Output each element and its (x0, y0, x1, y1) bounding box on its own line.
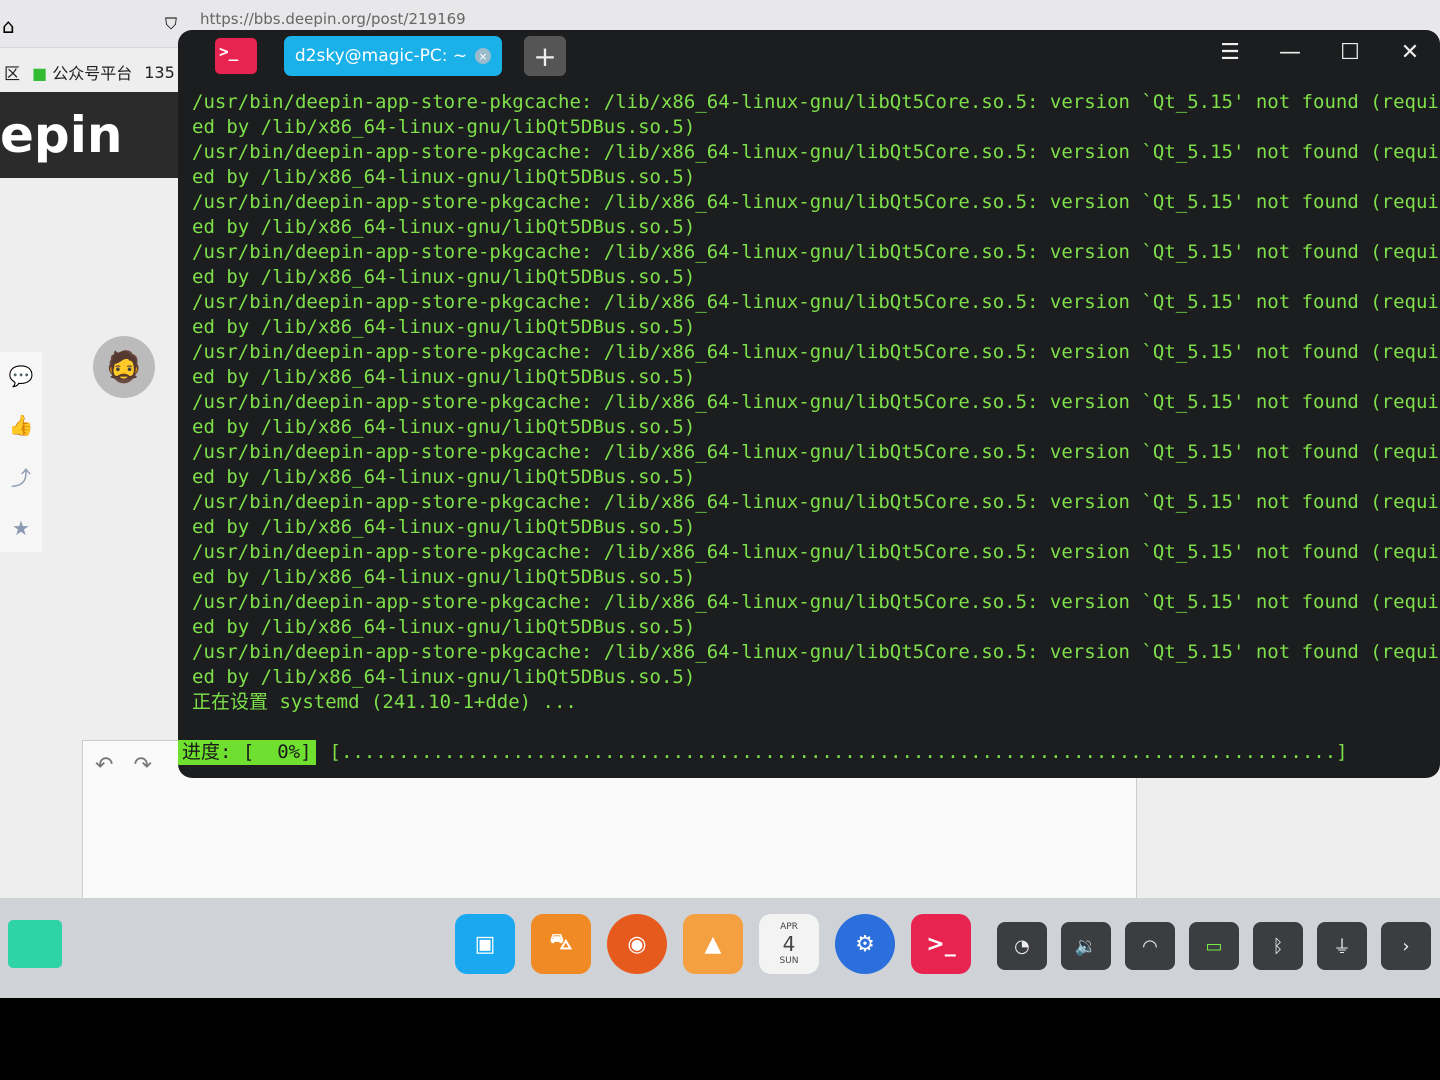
calendar-icon[interactable]: APR 4 SUN (759, 914, 819, 974)
output-line: ed by /lib/x86_64-linux-gnu/libQt5DBus.s… (192, 366, 696, 388)
app-store-icon[interactable]: ⛍ (531, 914, 591, 974)
output-line: /usr/bin/deepin-app-store-pkgcache: /lib… (192, 141, 1440, 163)
dock: ▣ ⛍ ◉ ▲ APR 4 SUN ⚙ >_ ◔ 🔉 ◠ ▭ ᛒ ⏚ › (0, 898, 1440, 998)
bluetooth-icon[interactable]: ᛒ (1253, 922, 1303, 970)
terminal-app-icon: >_ (215, 38, 257, 74)
usb-icon[interactable]: ⏚ (1317, 922, 1367, 970)
comment-icon[interactable]: 💬 (9, 364, 34, 388)
output-line: ed by /lib/x86_64-linux-gnu/libQt5DBus.s… (192, 616, 696, 638)
assistant-icon[interactable]: ◔ (997, 922, 1047, 970)
output-line: ed by /lib/x86_64-linux-gnu/libQt5DBus.s… (192, 166, 696, 188)
wifi-icon[interactable]: ◠ (1125, 922, 1175, 970)
output-line: /usr/bin/deepin-app-store-pkgcache: /lib… (192, 191, 1440, 213)
output-line: /usr/bin/deepin-app-store-pkgcache: /lib… (192, 291, 1440, 313)
output-line: ed by /lib/x86_64-linux-gnu/libQt5DBus.s… (192, 116, 696, 138)
avatar[interactable]: 🧔 (93, 336, 155, 398)
output-line: ed by /lib/x86_64-linux-gnu/libQt5DBus.s… (192, 416, 696, 438)
progress-line: 进度: [ 0%] [.............................… (178, 740, 1348, 765)
terminal-window: >_ d2sky@magic-PC: ~ × + ☰ — ☐ ✕ /usr/bin… (178, 30, 1440, 778)
add-tab-button[interactable]: + (524, 36, 566, 76)
bookmark[interactable]: ■ 公众号平台 (32, 60, 132, 84)
post-actions: 💬 👍 ⤴ ★ (0, 352, 42, 552)
close-tab-icon[interactable]: × (475, 48, 492, 64)
launcher-icon[interactable] (8, 920, 62, 968)
image-viewer-icon[interactable]: ▲ (683, 914, 743, 974)
output-line: /usr/bin/deepin-app-store-pkgcache: /lib… (192, 491, 1440, 513)
output-line: ed by /lib/x86_64-linux-gnu/libQt5DBus.s… (192, 566, 696, 588)
output-line: ed by /lib/x86_64-linux-gnu/libQt5DBus.s… (192, 216, 696, 238)
share-icon[interactable]: ⤴ (11, 462, 31, 491)
progress-bar: [.......................................… (329, 741, 1348, 763)
output-line: ed by /lib/x86_64-linux-gnu/libQt5DBus.s… (192, 666, 696, 688)
output-line: ed by /lib/x86_64-linux-gnu/libQt5DBus.s… (192, 516, 696, 538)
terminal-output[interactable]: /usr/bin/deepin-app-store-pkgcache: /lib… (192, 90, 1440, 715)
output-line: ed by /lib/x86_64-linux-gnu/libQt5DBus.s… (192, 266, 696, 288)
volume-icon[interactable]: 🔉 (1061, 922, 1111, 970)
status-line: 正在设置 systemd (241.10-1+dde) ... (192, 691, 577, 713)
battery-icon[interactable]: ▭ (1189, 922, 1239, 970)
close-button[interactable]: ✕ (1398, 40, 1422, 65)
like-icon[interactable]: 👍 (9, 413, 34, 437)
firefox-icon[interactable]: ◉ (607, 914, 667, 974)
output-line: /usr/bin/deepin-app-store-pkgcache: /lib… (192, 391, 1440, 413)
output-line: /usr/bin/deepin-app-store-pkgcache: /lib… (192, 341, 1440, 363)
shield-icon[interactable]: ⛉ (165, 14, 177, 34)
output-line: /usr/bin/deepin-app-store-pkgcache: /lib… (192, 441, 1440, 463)
output-line: /usr/bin/deepin-app-store-pkgcache: /lib… (192, 641, 1440, 663)
menu-button[interactable]: ☰ (1218, 40, 1242, 65)
terminal-titlebar: >_ d2sky@magic-PC: ~ × + ☰ — ☐ ✕ (178, 30, 1440, 86)
tab-terminal[interactable]: d2sky@magic-PC: ~ × (284, 36, 502, 76)
expand-tray-icon[interactable]: › (1381, 922, 1431, 970)
bookmarks-bar: 区 ■ 公众号平台 135 (0, 52, 175, 92)
minimize-button[interactable]: — (1278, 40, 1302, 65)
output-line: /usr/bin/deepin-app-store-pkgcache: /lib… (192, 541, 1440, 563)
settings-icon[interactable]: ⚙ (835, 914, 895, 974)
bookmark[interactable]: 135 (144, 63, 175, 82)
progress-label: 进度: [ 0%] (178, 740, 316, 765)
home-icon[interactable]: ⌂ (2, 14, 15, 38)
maximize-button[interactable]: ☐ (1338, 40, 1362, 65)
bookmark[interactable]: 区 (4, 60, 20, 84)
output-line: ed by /lib/x86_64-linux-gnu/libQt5DBus.s… (192, 466, 696, 488)
tab-title: d2sky@magic-PC: ~ (294, 46, 468, 66)
output-line: /usr/bin/deepin-app-store-pkgcache: /lib… (192, 591, 1440, 613)
terminal-dock-icon[interactable]: >_ (911, 914, 971, 974)
star-icon[interactable]: ★ (12, 516, 30, 540)
undo-icon[interactable]: ↶ (95, 753, 113, 778)
output-line: /usr/bin/deepin-app-store-pkgcache: /lib… (192, 91, 1440, 113)
site-logo[interactable]: epin (0, 92, 200, 178)
output-line: /usr/bin/deepin-app-store-pkgcache: /lib… (192, 241, 1440, 263)
file-manager-icon[interactable]: ▣ (455, 914, 515, 974)
redo-icon[interactable]: ↷ (133, 753, 151, 778)
output-line: ed by /lib/x86_64-linux-gnu/libQt5DBus.s… (192, 316, 696, 338)
